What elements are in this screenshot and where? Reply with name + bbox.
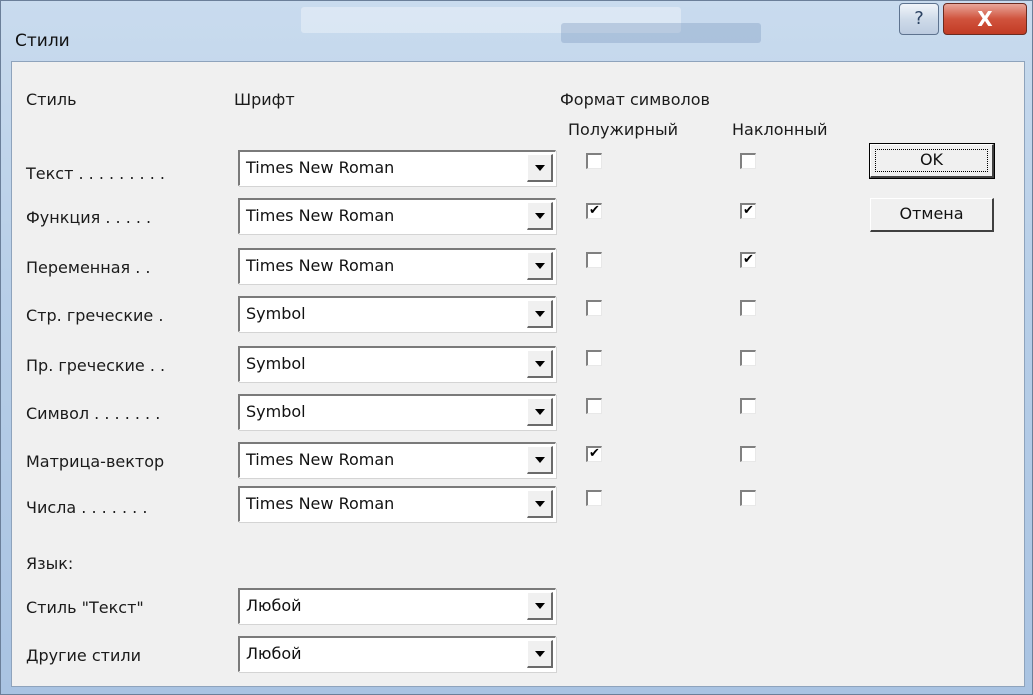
row-label: Переменная . . (26, 258, 151, 277)
other-styles-language-label: Другие стили (26, 646, 141, 665)
dropdown-arrow-icon[interactable] (527, 490, 553, 518)
window-title: Стили (15, 31, 70, 51)
title-bar[interactable]: Стили ? X (1, 1, 1032, 61)
font-select-value: Times New Roman (246, 206, 395, 225)
font-select[interactable]: Symbol (238, 296, 556, 332)
row-label: Числа . . . . . . . (26, 498, 148, 517)
help-icon: ? (914, 8, 924, 29)
bold-checkbox[interactable]: ✔ (586, 446, 602, 462)
font-select[interactable]: Times New Roman (238, 442, 556, 478)
row-label: Текст . . . . . . . . . (26, 164, 165, 183)
italic-checkbox[interactable] (740, 350, 756, 366)
font-select-value: Times New Roman (246, 158, 395, 177)
font-select-value: Times New Roman (246, 494, 395, 513)
italic-checkbox[interactable]: ✔ (740, 203, 756, 219)
font-select[interactable]: Times New Roman (238, 198, 556, 234)
dropdown-arrow-icon[interactable] (527, 398, 553, 426)
font-select-value: Symbol (246, 354, 306, 373)
italic-checkbox[interactable] (740, 398, 756, 414)
close-icon: X (977, 7, 993, 31)
dropdown-arrow-icon[interactable] (527, 154, 553, 182)
styles-dialog-window: Стили ? X Стиль Шрифт Формат символов По… (0, 0, 1033, 695)
bold-checkbox[interactable] (586, 153, 602, 169)
bold-checkbox[interactable] (586, 252, 602, 268)
bold-checkbox[interactable] (586, 300, 602, 316)
focus-rectangle (875, 149, 988, 172)
dropdown-arrow-icon[interactable] (527, 252, 553, 280)
dropdown-arrow-icon[interactable] (527, 446, 553, 474)
other-styles-language-value: Любой (246, 644, 302, 663)
other-styles-language-select[interactable]: Любой (238, 636, 556, 672)
italic-checkbox[interactable] (740, 300, 756, 316)
row-label: Функция . . . . . (26, 208, 152, 227)
font-select-value: Times New Roman (246, 450, 395, 469)
cancel-button-label: Отмена (899, 204, 964, 223)
background-blur (561, 23, 761, 43)
font-select-value: Symbol (246, 304, 306, 323)
font-select[interactable]: Times New Roman (238, 150, 556, 186)
font-select[interactable]: Times New Roman (238, 486, 556, 522)
text-style-language-label: Стиль "Текст" (26, 598, 144, 617)
row-label: Пр. греческие . . (26, 356, 166, 375)
header-italic: Наклонный (732, 120, 828, 139)
italic-checkbox[interactable]: ✔ (740, 252, 756, 268)
header-style: Стиль (26, 90, 77, 109)
italic-checkbox[interactable] (740, 446, 756, 462)
font-select-value: Times New Roman (246, 256, 395, 275)
bold-checkbox[interactable] (586, 350, 602, 366)
header-char-format: Формат символов (560, 90, 710, 109)
close-button[interactable]: X (943, 3, 1027, 35)
italic-checkbox[interactable] (740, 153, 756, 169)
font-select[interactable]: Symbol (238, 346, 556, 382)
italic-checkbox[interactable] (740, 490, 756, 506)
dropdown-arrow-icon[interactable] (527, 350, 553, 378)
dropdown-arrow-icon[interactable] (527, 300, 553, 328)
row-label: Стр. греческие . (26, 306, 164, 325)
dropdown-arrow-icon[interactable] (527, 592, 553, 620)
ok-button[interactable]: OK (869, 143, 995, 179)
dropdown-arrow-icon[interactable] (527, 640, 553, 668)
dialog-client-area: Стиль Шрифт Формат символов Полужирный Н… (11, 61, 1025, 687)
font-select[interactable]: Symbol (238, 394, 556, 430)
text-style-language-value: Любой (246, 596, 302, 615)
text-style-language-select[interactable]: Любой (238, 588, 556, 624)
row-label: Матрица-вектор (26, 452, 165, 471)
help-button[interactable]: ? (899, 3, 939, 35)
language-heading: Язык: (26, 554, 74, 573)
cancel-button[interactable]: Отмена (870, 198, 994, 232)
font-select[interactable]: Times New Roman (238, 248, 556, 284)
header-font: Шрифт (234, 90, 295, 109)
header-bold: Полужирный (568, 120, 678, 139)
dropdown-arrow-icon[interactable] (527, 202, 553, 230)
bold-checkbox[interactable]: ✔ (586, 203, 602, 219)
row-label: Символ . . . . . . . (26, 404, 161, 423)
bold-checkbox[interactable] (586, 398, 602, 414)
font-select-value: Symbol (246, 402, 306, 421)
bold-checkbox[interactable] (586, 490, 602, 506)
